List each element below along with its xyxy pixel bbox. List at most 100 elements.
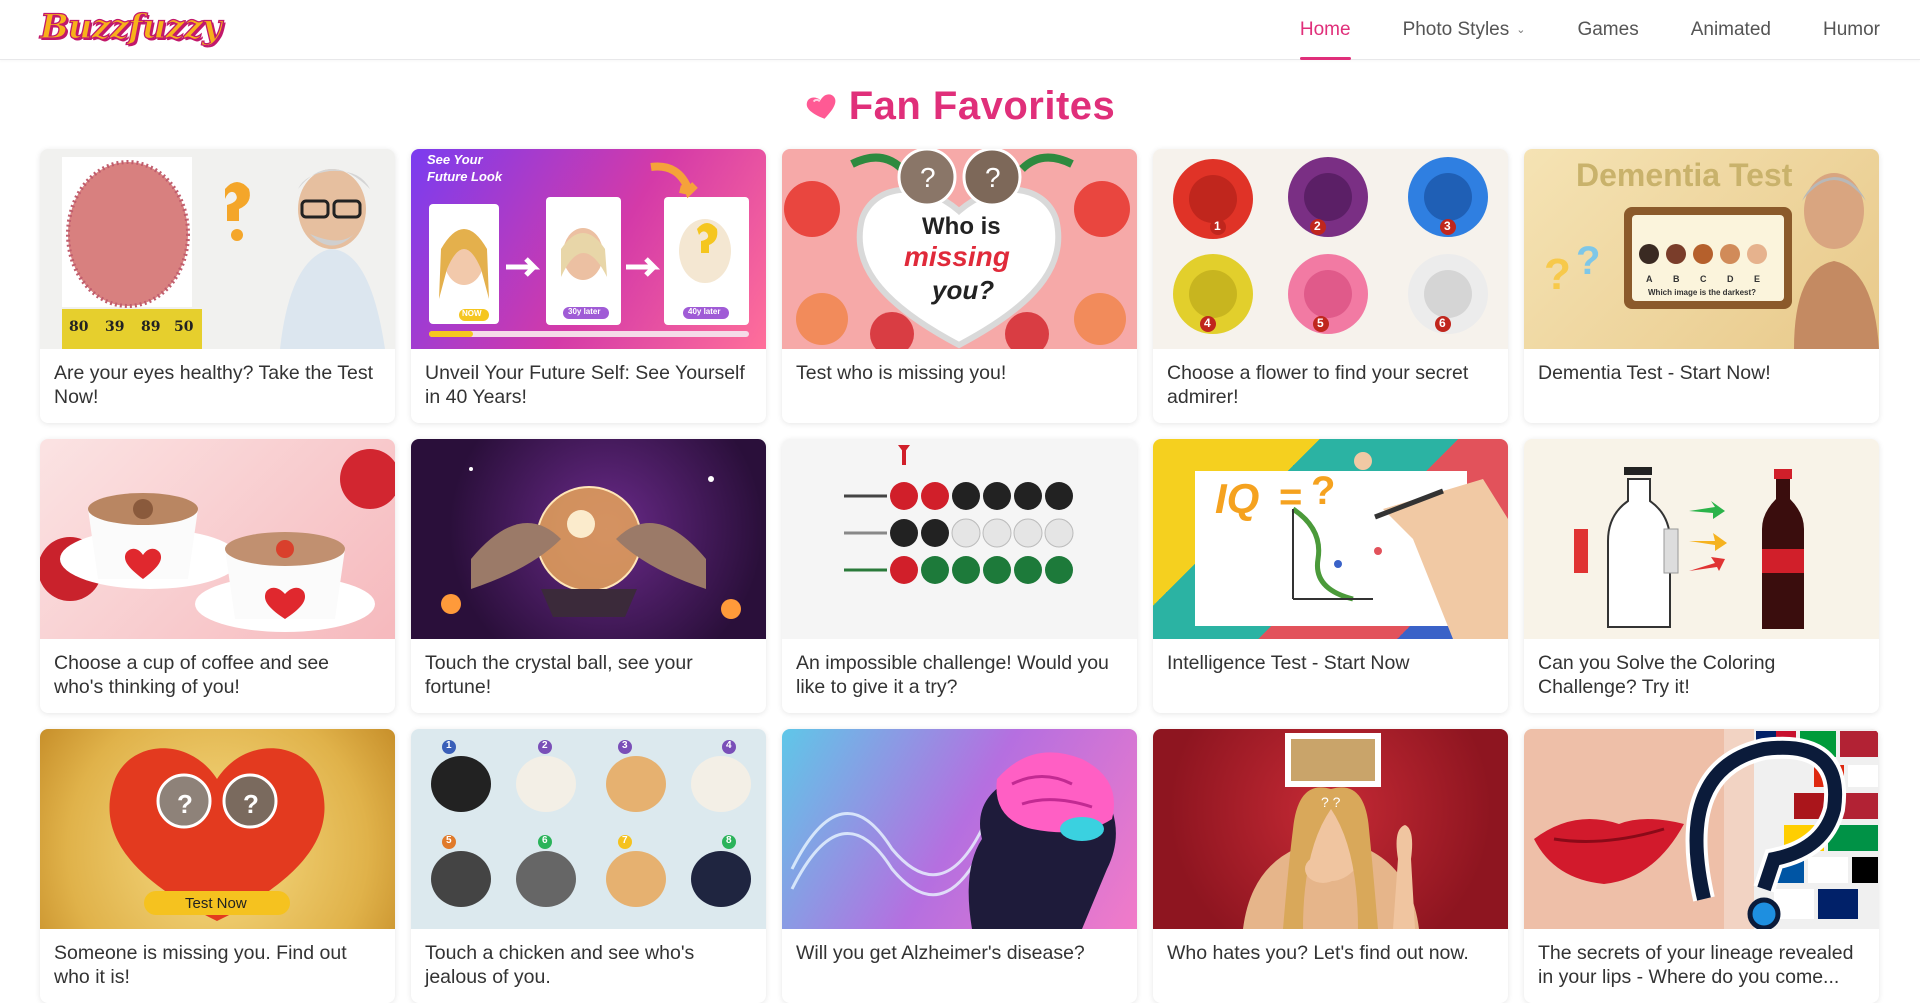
card-title: Choose a flower to find your secret admi… xyxy=(1167,362,1469,408)
card-title: Can you Solve the Coloring Challenge? Tr… xyxy=(1538,652,1776,698)
plate-number: 80 xyxy=(69,319,89,335)
section-title: Fan Favorites xyxy=(848,84,1116,128)
flower-number: 4 xyxy=(1204,316,1211,330)
chicken-number: 2 xyxy=(542,740,548,751)
thumb-caption: D xyxy=(1727,274,1734,284)
quiz-card[interactable]: Choose a cup of coffee and see who's thi… xyxy=(40,439,395,713)
chicken-number: 5 xyxy=(446,835,452,846)
flower-number: 5 xyxy=(1317,316,1324,330)
card-title: Choose a cup of coffee and see who's thi… xyxy=(54,652,330,698)
thumb-caption: E xyxy=(1754,274,1761,284)
thumb-caption: ? xyxy=(1311,469,1336,513)
plate-number: 39 xyxy=(105,319,125,335)
thumb-caption: IQ xyxy=(1215,475,1260,522)
svg-text:? ?: ? ? xyxy=(1321,794,1341,810)
card-title: Intelligence Test - Start Now xyxy=(1167,652,1410,674)
chicken-number: 7 xyxy=(622,835,628,846)
nav-item-humor[interactable]: Humor xyxy=(1797,0,1880,60)
section-header: Fan Favorites xyxy=(0,84,1920,129)
card-thumbnail: 80 39 89 50 xyxy=(40,149,395,349)
card-title: An impossible challenge! Would you like … xyxy=(796,652,1109,698)
thumb-caption: Future Look xyxy=(427,169,503,184)
svg-text:?: ? xyxy=(985,162,1001,193)
nav-item-animated[interactable]: Animated xyxy=(1665,0,1797,60)
test-now-badge: Test Now xyxy=(185,895,247,912)
quiz-card[interactable]: ? ? Test Now Someone is missing you. Fin… xyxy=(40,729,395,1003)
flower-number: 6 xyxy=(1439,316,1446,330)
thumb-caption: A xyxy=(1646,274,1653,284)
thumb-caption: B xyxy=(1673,274,1680,284)
quiz-card[interactable]: See Your Future Look NOW 30y later 40y l… xyxy=(411,149,766,423)
card-title: Will you get Alzheimer's disease? xyxy=(796,942,1085,964)
chicken-number: 1 xyxy=(446,740,452,751)
nav-item-photo-styles-label: Photo Styles xyxy=(1402,19,1510,40)
quiz-card[interactable]: 1 2 3 4 5 6 7 8 Touch a chicken and see … xyxy=(411,729,766,1003)
card-title: Touch the crystal ball, see your fortune… xyxy=(425,652,693,698)
card-thumbnail xyxy=(782,729,1137,929)
chicken-number: 3 xyxy=(622,740,628,751)
thumb-badge: NOW xyxy=(462,309,482,318)
thumb-caption: missing xyxy=(904,241,1010,272)
thumb-caption: Which image is the darkest? xyxy=(1648,288,1757,297)
quiz-card[interactable]: Will you get Alzheimer's disease? xyxy=(782,729,1137,1003)
svg-text:?: ? xyxy=(920,162,936,193)
card-thumbnail: ? ? Who is missing you? xyxy=(782,149,1137,349)
thumb-caption: Dementia Test xyxy=(1576,157,1793,193)
site-logo[interactable]: Buzzfuzzy xyxy=(39,6,222,48)
chicken-number: 4 xyxy=(726,740,732,751)
main-nav: Home Photo Styles ⌄ Games Animated Humor xyxy=(1274,0,1880,60)
card-title: Unveil Your Future Self: See Yourself in… xyxy=(425,362,745,408)
thumb-caption: ? xyxy=(243,789,259,819)
quiz-grid: 80 39 89 50 Are your eyes healthy? Take … xyxy=(40,149,1881,1003)
chevron-down-icon: ⌄ xyxy=(1516,24,1526,36)
card-title: Test who is missing you! xyxy=(796,362,1007,384)
card-thumbnail xyxy=(40,439,395,639)
quiz-card[interactable]: The secrets of your lineage revealed in … xyxy=(1524,729,1879,1003)
card-thumbnail xyxy=(411,439,766,639)
card-thumbnail: IQ = ? xyxy=(1153,439,1508,639)
card-thumbnail: See Your Future Look NOW 30y later 40y l… xyxy=(411,149,766,349)
quiz-card[interactable]: Touch the crystal ball, see your fortune… xyxy=(411,439,766,713)
quiz-card[interactable]: 80 39 89 50 Are your eyes healthy? Take … xyxy=(40,149,395,423)
svg-text:?: ? xyxy=(1544,250,1571,299)
nav-item-games-label: Games xyxy=(1577,19,1639,40)
chicken-number: 8 xyxy=(726,835,732,846)
thumb-caption: Who is xyxy=(922,213,1001,240)
card-title: Are your eyes healthy? Take the Test Now… xyxy=(54,362,374,408)
card-thumbnail xyxy=(1524,439,1879,639)
flower-number: 1 xyxy=(1214,219,1221,233)
nav-item-home[interactable]: Home xyxy=(1274,0,1377,60)
quiz-card[interactable]: IQ = ? Intelligence Test - Start Now xyxy=(1153,439,1508,713)
nav-item-humor-label: Humor xyxy=(1822,19,1880,40)
card-thumbnail xyxy=(782,439,1137,639)
card-thumbnail: ? ? Dementia Test A B C D E Which image … xyxy=(1524,149,1879,349)
quiz-card[interactable]: ? ? Dementia Test A B C D E Which image … xyxy=(1524,149,1879,423)
card-thumbnail xyxy=(1524,729,1879,929)
chicken-number: 6 xyxy=(542,835,548,846)
quiz-card[interactable]: Can you Solve the Coloring Challenge? Tr… xyxy=(1524,439,1879,713)
thumb-caption: ? xyxy=(177,789,193,819)
quiz-card[interactable]: 1 2 3 4 5 6 Choose a flower to find your… xyxy=(1153,149,1508,423)
quiz-card[interactable]: An impossible challenge! Would you like … xyxy=(782,439,1137,713)
nav-item-photo-styles[interactable]: Photo Styles ⌄ xyxy=(1377,0,1552,60)
nav-item-games[interactable]: Games xyxy=(1551,0,1664,60)
quiz-card[interactable]: ? ? Who is missing you? Test who is miss… xyxy=(782,149,1137,423)
thumb-caption: C xyxy=(1700,274,1707,284)
thumb-caption: See Your xyxy=(427,152,483,167)
card-title: Touch a chicken and see who's jealous of… xyxy=(425,942,695,988)
card-thumbnail: ? ? xyxy=(1153,729,1508,929)
heart-icon xyxy=(806,93,836,119)
thumb-badge: 30y later xyxy=(568,307,601,316)
thumb-caption: = xyxy=(1279,475,1303,519)
quiz-card[interactable]: ? ? Who hates you? Let's find out now. xyxy=(1153,729,1508,1003)
flower-number: 2 xyxy=(1314,219,1321,233)
card-title: Someone is missing you. Find out who it … xyxy=(54,942,347,988)
top-navigation-bar: Buzzfuzzy Home Photo Styles ⌄ Games Anima… xyxy=(0,0,1920,60)
nav-item-home-label: Home xyxy=(1299,19,1351,40)
card-title: The secrets of your lineage revealed in … xyxy=(1538,942,1854,988)
thumb-badge: 40y later xyxy=(688,307,721,316)
card-thumbnail: 1 2 3 4 5 6 7 8 xyxy=(411,729,766,929)
plate-number: 89 xyxy=(141,319,161,335)
thumb-caption: you? xyxy=(932,275,995,305)
card-title: Who hates you? Let's find out now. xyxy=(1167,942,1469,964)
